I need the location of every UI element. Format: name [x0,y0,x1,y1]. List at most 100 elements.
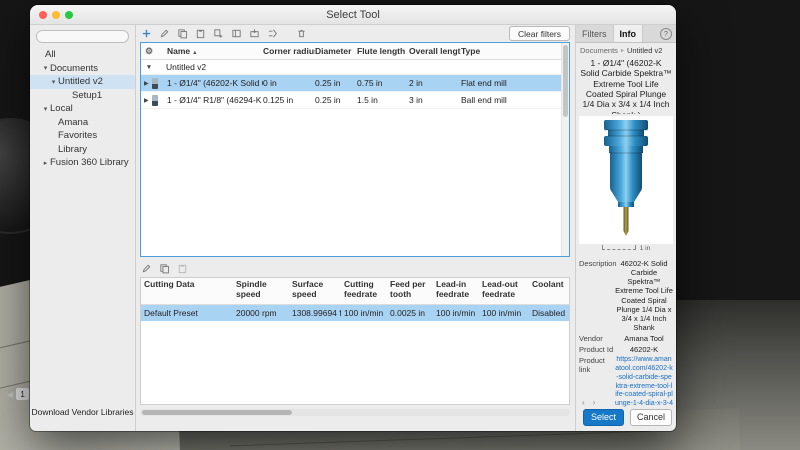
column-header-lead-out-feedrate[interactable]: Lead-out feedrate [479,278,529,304]
select-button[interactable]: Select [583,409,624,426]
paste-preset-icon[interactable] [176,262,189,275]
sidebar-item-local[interactable]: ▾ Local [30,102,135,116]
dialog-titlebar: Select Tool [30,5,676,25]
info-panel: Filters Info ? Documents ▸ Untitled v2 1… [575,25,676,431]
tree-item-label: All [45,49,56,60]
tool-group-row[interactable]: ▼ Untitled v2 [141,60,569,75]
column-header-diameter[interactable]: Diameter [315,46,357,56]
sidebar-item-all[interactable]: All [30,48,135,62]
triangle-right-icon[interactable]: ▶ [144,80,149,87]
tool-thumbnail [152,95,158,106]
row-leading: ▶ [141,78,167,89]
sidebar-item-amana[interactable]: Amana [30,116,135,130]
preset-row[interactable]: Default Preset 20000 rpm 1308.99694 f...… [141,305,569,321]
merge-tools-icon[interactable] [266,27,279,40]
column-header-coolant[interactable]: Coolant [529,278,569,304]
sidebar-item-fusion-360-library[interactable]: ▸ Fusion 360 Library [30,156,135,170]
cell-cutting-feedrate: 100 in/min [341,308,387,318]
export-library-icon[interactable] [248,27,261,40]
chevron-down-icon: ▾ [41,64,50,72]
column-header-corner-radius[interactable]: Corner radius [263,46,315,56]
triangle-right-icon[interactable]: ▶ [144,97,149,104]
tab-info[interactable]: Info [613,25,644,42]
vertical-scrollbar[interactable] [561,43,569,256]
copy-preset-icon[interactable] [158,262,171,275]
breadcrumb-root[interactable]: Documents [580,46,618,55]
preset-table-header: Cutting Data Spindle speed Surface speed… [141,278,569,305]
column-header-flute-length[interactable]: Flute length [357,46,409,56]
field-product-id: Product Id 46202-K [579,345,673,354]
field-vendor: Vendor Amana Tool [579,334,673,343]
tab-filters[interactable]: Filters [576,25,613,42]
tree-item-label: Setup1 [72,90,102,101]
field-description: Description 46202-K Solid Carbide Spektr… [579,259,673,332]
sidebar-item-favorites[interactable]: Favorites [30,129,135,143]
column-label: Name [167,46,190,56]
cell-surface-speed: 1308.99694 f... [289,308,341,318]
search-input[interactable] [36,30,129,43]
help-icon[interactable]: ? [660,28,672,40]
tool-row[interactable]: ▶ 1 - Ø1/4" (46202-K Solid Carbid... 0 i… [141,75,569,92]
scrollbar-thumb[interactable] [142,410,292,415]
download-vendor-libraries-link[interactable]: Download Vendor Libraries [30,407,135,417]
edit-tool-icon[interactable] [158,27,171,40]
row-leading: ▶ [141,95,167,106]
column-header-lead-in-feedrate[interactable]: Lead-in feedrate [433,278,479,304]
field-value: 46202-K [615,345,673,354]
tree-item-label: Library [58,144,87,155]
cell-diameter: 0.25 in [315,78,357,88]
tool-row[interactable]: ▶ 1 - Ø1/4" R1/8" (46294-K CNC 2... 0.12… [141,92,569,109]
scrollbar-thumb[interactable] [563,45,568,117]
horizontal-scrollbar[interactable] [140,409,570,416]
sort-asc-icon: ▲ [192,50,197,56]
column-header-feed-per-tooth[interactable]: Feed per tooth [387,278,433,304]
tree-item-label: Local [50,103,73,114]
column-header-cutting-data[interactable]: Cutting Data [141,278,233,304]
column-header-spindle-speed[interactable]: Spindle speed [233,278,289,304]
close-button[interactable] [39,11,47,19]
minimize-button[interactable] [52,11,60,19]
tool-toolbar: Clear filters [140,26,570,41]
library-icon[interactable] [230,27,243,40]
cell-type: Ball end mill [461,95,569,105]
edit-preset-icon[interactable] [140,262,153,275]
tree-item-label: Fusion 360 Library [50,157,129,168]
panel-tabs: Filters Info ? [576,25,676,43]
copy-tool-icon[interactable] [176,27,189,40]
sidebar-item-untitled-v2[interactable]: ▾ Untitled v2 [30,75,135,89]
window-controls [39,11,73,19]
sidebar-item-library[interactable]: Library [30,143,135,157]
delete-tool-icon[interactable] [295,27,308,40]
product-link[interactable]: https://www.amanatool.com/46202-k-solid-… [615,356,673,408]
dialog-footer: Select Cancel [576,409,676,426]
cell-spindle-speed: 20000 rpm [233,308,289,318]
column-header-name[interactable]: Name▲ [167,46,263,56]
cancel-button[interactable]: Cancel [630,409,672,426]
sidebar-item-setup1[interactable]: Setup1 [30,89,135,103]
cell-overall-length: 3 in [409,95,461,105]
preview-pager: ‹ › [582,398,595,407]
column-settings-icon[interactable]: ⚙ [141,46,167,57]
cell-diameter: 0.25 in [315,95,357,105]
clear-filters-button[interactable]: Clear filters [509,26,570,41]
tool-table: ⚙ Name▲ Corner radius Diameter Flute len… [140,42,570,257]
zoom-button[interactable] [65,11,73,19]
sidebar-item-documents[interactable]: ▾ Documents [30,62,135,76]
tree-item-label: Amana [58,117,88,128]
column-header-type[interactable]: Type [461,46,569,56]
add-tool-icon[interactable] [140,27,153,40]
chevron-right-icon: ▸ [41,159,50,167]
cell-name: 1 - Ø1/4" (46202-K Solid Carbid... [167,78,263,88]
cell-corner-radius: 0.125 in [263,95,315,105]
pager-prev-icon[interactable]: ◀ [7,390,13,399]
breadcrumb-current[interactable]: Untitled v2 [627,46,662,55]
duplicate-tool-icon[interactable] [212,27,225,40]
previous-image-icon[interactable]: ‹ [582,398,585,407]
column-header-cutting-feedrate[interactable]: Cutting feedrate [341,278,387,304]
preset-table: Cutting Data Spindle speed Surface speed… [140,277,570,405]
preset-toolbar [140,261,189,275]
paste-tool-icon[interactable] [194,27,207,40]
next-image-icon[interactable]: › [593,398,596,407]
column-header-overall-length[interactable]: Overall length [409,46,461,56]
column-header-surface-speed[interactable]: Surface speed [289,278,341,304]
